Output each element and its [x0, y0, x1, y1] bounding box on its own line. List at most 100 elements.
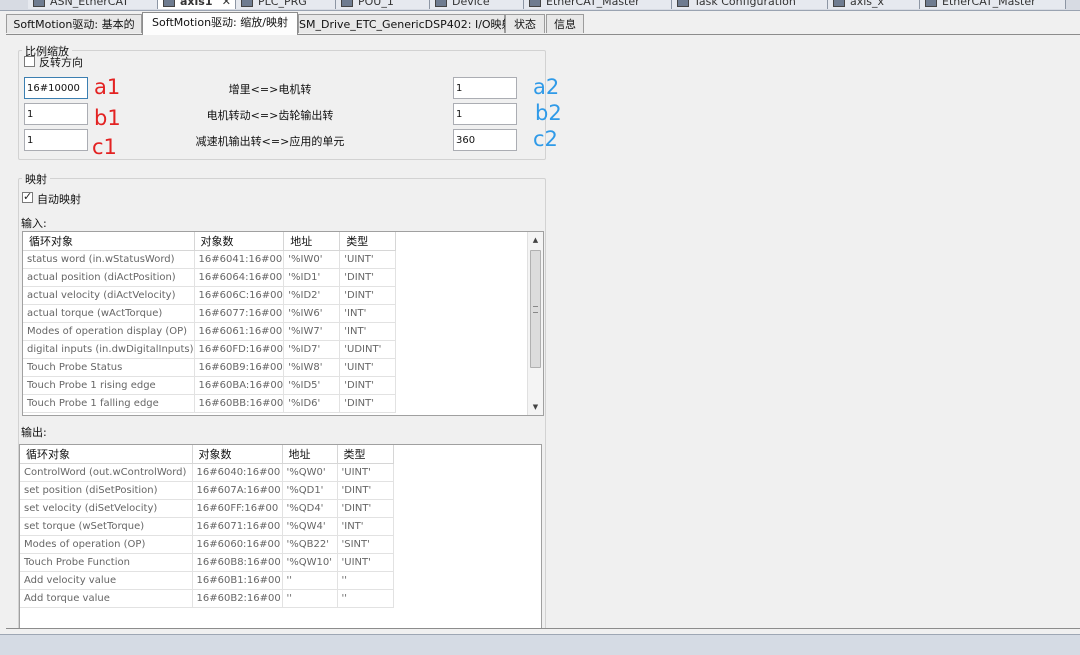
cyclic-object-cell: Touch Probe Function	[20, 553, 193, 572]
input-table-scrollbar[interactable]: ▲ ▼	[527, 232, 543, 415]
type-cell: ''	[337, 571, 394, 590]
doc-tab-ethercat-master[interactable]: EtherCAT_Master	[524, 0, 672, 9]
type-cell: 'UINT'	[339, 358, 397, 377]
increment-motor-label: 增里<=>电机转	[228, 83, 312, 96]
auto-mapping-checkbox[interactable]	[22, 190, 33, 203]
reverse-direction-checkbox[interactable]	[24, 56, 35, 67]
table-row[interactable]: Modes of operation (OP) 16#6060:16#00 '%QB…	[20, 535, 394, 554]
gearbox-unit-label: 减速机输出转<=>应用的单元	[195, 135, 345, 148]
type-cell: 'UINT'	[337, 463, 394, 482]
table-row[interactable]: Add velocity value 16#60B1:16#00 '' ''	[20, 571, 394, 590]
ethercat-icon	[33, 0, 45, 7]
cyclic-object-cell: Modes of operation display (OP)	[23, 322, 195, 341]
cyclic-object-cell: digital inputs (in.dwDigitalInputs)	[23, 340, 195, 359]
column-cyclic-object[interactable]: 循环对象	[20, 445, 193, 464]
column-address[interactable]: 地址	[283, 232, 341, 251]
address-cell: '%QW10'	[282, 553, 338, 572]
table-row[interactable]: status word (in.wStatusWord) 16#6041:16#0…	[23, 250, 397, 269]
cyclic-object-cell: Touch Probe Status	[23, 358, 195, 377]
table-header: 循环对象 对象数 地址 类型	[23, 232, 397, 251]
pou-icon	[341, 0, 353, 7]
object-number-cell: 16#6040:16#00	[192, 463, 283, 482]
scroll-up-icon[interactable]: ▲	[528, 232, 543, 248]
table-row[interactable]: Add torque value 16#60B2:16#00 '' ''	[20, 589, 394, 608]
doc-tab-axis1[interactable]: axis1 ✕	[158, 0, 236, 9]
column-object-number[interactable]: 对象数	[192, 445, 283, 464]
cyclic-object-cell: set position (diSetPosition)	[20, 481, 193, 500]
table-row[interactable]: set torque (wSetTorque) 16#6071:16#00 '%QW…	[20, 517, 394, 536]
object-number-cell: 16#60B2:16#00	[192, 589, 283, 608]
table-row[interactable]: Touch Probe Status 16#60B9:16#00 '%IW8' 'UI…	[23, 358, 397, 377]
address-cell: '%QD1'	[282, 481, 338, 500]
annotation-a1: a1	[94, 75, 121, 99]
column-cyclic-object[interactable]: 循环对象	[23, 232, 195, 251]
tab-status[interactable]: 状态	[505, 14, 545, 33]
object-number-cell: 16#6060:16#00	[192, 535, 283, 554]
table-row[interactable]: Touch Probe Function 16#60B8:16#00 '%QW10'…	[20, 553, 394, 572]
address-cell: '%IW6'	[283, 304, 341, 323]
outputs-label: 输出:	[21, 426, 47, 439]
column-type[interactable]: 类型	[339, 232, 397, 251]
object-number-cell: 16#607A:16#00	[192, 481, 283, 500]
table-row[interactable]: set velocity (diSetVelocity) 16#60FF:16#0…	[20, 499, 394, 518]
object-number-cell: 16#6077:16#00	[194, 304, 285, 323]
type-cell: 'UINT'	[337, 553, 394, 572]
editor-tab-bar: SoftMotion驱动: 基本的 SoftMotion驱动: 缩放/映射 SM…	[6, 12, 1080, 35]
object-number-cell: 16#60FF:16#00	[192, 499, 283, 518]
annotation-a2: a2	[533, 75, 560, 99]
doc-tab-axis-x[interactable]: axis_x	[828, 0, 920, 9]
column-address[interactable]: 地址	[282, 445, 338, 464]
object-number-cell: 16#6064:16#00	[194, 268, 285, 287]
doc-tab-pou1[interactable]: POU_1	[336, 0, 430, 9]
scaling-c1-input[interactable]	[24, 129, 88, 151]
cyclic-object-cell: actual velocity (diActVelocity)	[23, 286, 195, 305]
table-row[interactable]: Touch Probe 1 falling edge 16#60BB:16#00 '…	[23, 394, 397, 413]
type-cell: ''	[337, 589, 394, 608]
table-row[interactable]: ControlWord (out.wControlWord) 16#6040:16…	[20, 463, 394, 482]
reverse-direction-label: 反转方向	[39, 56, 83, 69]
table-header: 循环对象 对象数 地址 类型	[20, 445, 394, 464]
scaling-a2-input[interactable]	[453, 77, 517, 99]
close-tab-icon[interactable]: ✕	[222, 0, 231, 9]
doc-tab-asn-ethercat[interactable]: ASN_EtherCAT	[28, 0, 158, 9]
doc-tab-plc-prg[interactable]: PLC_PRG	[236, 0, 336, 9]
tab-info[interactable]: 信息	[546, 14, 584, 33]
scaling-b1-input[interactable]	[24, 103, 88, 125]
address-cell: '%ID7'	[283, 340, 341, 359]
table-row[interactable]: actual velocity (diActVelocity) 16#606C:1…	[23, 286, 397, 305]
doc-tab-task-configuration[interactable]: Task Configuration	[672, 0, 828, 9]
doc-tab-ethercat-master-2[interactable]: EtherCAT_Master	[920, 0, 1066, 9]
address-cell: '%ID1'	[283, 268, 341, 287]
scrollbar-thumb[interactable]	[530, 250, 541, 368]
table-row[interactable]: set position (diSetPosition) 16#607A:16#0…	[20, 481, 394, 500]
table-row[interactable]: Touch Probe 1 rising edge 16#60BA:16#00 '%…	[23, 376, 397, 395]
cyclic-object-cell: Add torque value	[20, 589, 193, 608]
tab-io-mapping[interactable]: SM_Drive_ETC_GenericDSP402: I/O映射	[298, 14, 513, 33]
address-cell: '%QW0'	[282, 463, 338, 482]
scaling-b2-input[interactable]	[453, 103, 517, 125]
cyclic-object-cell: ControlWord (out.wControlWord)	[20, 463, 193, 482]
auto-mapping-label: 自动映射	[37, 193, 81, 206]
tab-softmotion-scaling-mapping[interactable]: SoftMotion驱动: 缩放/映射	[142, 12, 298, 35]
table-row[interactable]: Modes of operation display (OP) 16#6061:1…	[23, 322, 397, 341]
program-icon	[241, 0, 253, 7]
object-number-cell: 16#60BB:16#00	[194, 394, 285, 413]
scroll-down-icon[interactable]: ▼	[528, 399, 543, 415]
cyclic-object-cell: Modes of operation (OP)	[20, 535, 193, 554]
output-grid: 循环对象 对象数 地址 类型 ControlWord (out.wControl…	[20, 445, 394, 608]
table-row[interactable]: actual position (diActPosition) 16#6064:1…	[23, 268, 397, 287]
type-cell: 'DINT'	[339, 268, 397, 287]
ethercat-icon	[529, 0, 541, 7]
table-row[interactable]: digital inputs (in.dwDigitalInputs) 16#60…	[23, 340, 397, 359]
scaling-c2-input[interactable]	[453, 129, 517, 151]
type-cell: 'DINT'	[337, 481, 394, 500]
tab-softmotion-basic[interactable]: SoftMotion驱动: 基本的	[6, 14, 142, 33]
column-type[interactable]: 类型	[337, 445, 394, 464]
object-number-cell: 16#6061:16#00	[194, 322, 285, 341]
doc-tab-device[interactable]: Device	[430, 0, 524, 9]
type-cell: 'DINT'	[339, 376, 397, 395]
table-row[interactable]: actual torque (wActTorque) 16#6077:16#00 '…	[23, 304, 397, 323]
column-object-number[interactable]: 对象数	[194, 232, 285, 251]
axis-icon	[163, 0, 175, 7]
scaling-a1-input[interactable]	[24, 77, 88, 99]
